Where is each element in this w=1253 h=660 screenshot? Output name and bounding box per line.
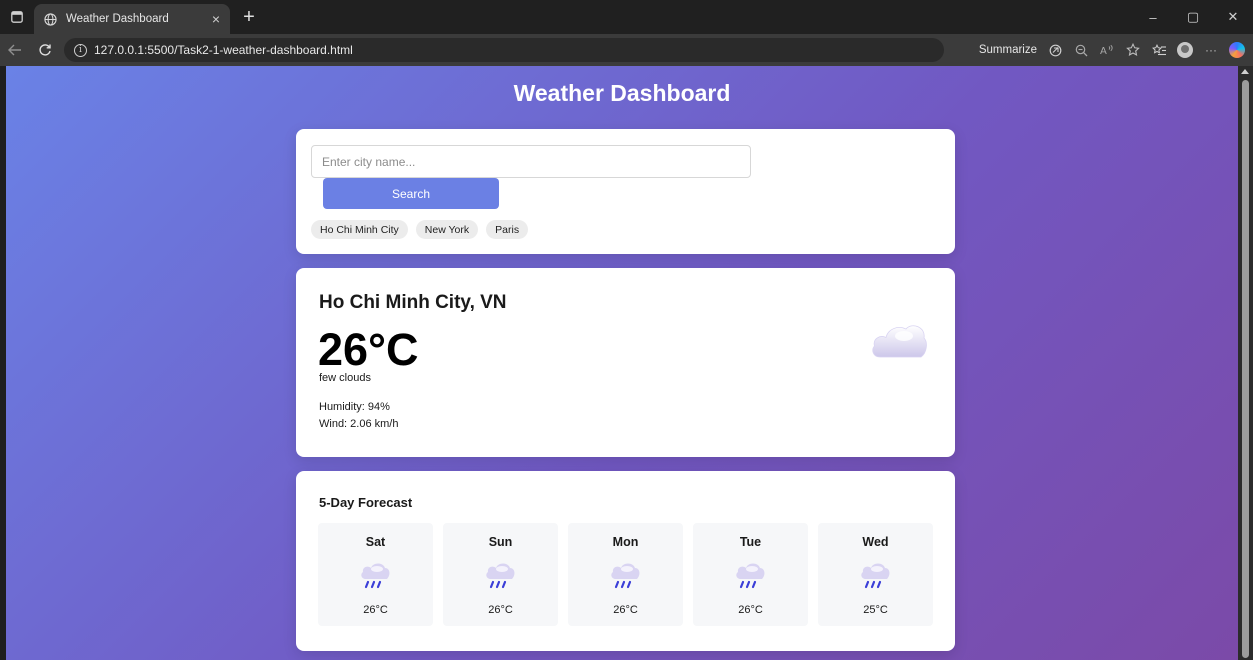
rain-cloud-icon xyxy=(861,563,890,589)
scrollbar-thumb[interactable] xyxy=(1242,80,1249,658)
forecast-day-name: Sat xyxy=(365,535,386,549)
forecast-card: 5-Day Forecast Sat 26°C Sun 26°C Mon 26°… xyxy=(296,471,955,651)
address-bar[interactable]: i 127.0.0.1:5500/Task2-1-weather-dashboa… xyxy=(64,38,944,62)
zoom-icon[interactable] xyxy=(1071,40,1091,60)
summarize-button[interactable]: Summarize xyxy=(979,44,1037,56)
weather-condition: few clouds xyxy=(319,372,371,384)
rain-cloud-icon xyxy=(736,563,765,589)
forecast-day-temp: 26°C xyxy=(613,604,638,616)
rain-cloud-icon xyxy=(486,563,515,589)
forecast-list: Sat 26°C Sun 26°C Mon 26°C Tue 26°C Wed xyxy=(318,523,933,626)
forecast-day: Wed 25°C xyxy=(818,523,933,626)
forecast-day-temp: 26°C xyxy=(363,604,388,616)
toolbar-actions: Summarize A ··· xyxy=(979,34,1247,66)
forecast-day-temp: 25°C xyxy=(863,604,888,616)
forecast-day: Sat 26°C xyxy=(318,523,433,626)
current-weather-card: Ho Chi Minh City, VN 26°C few clouds Hum… xyxy=(296,268,955,457)
globe-icon xyxy=(44,12,57,26)
tab-title: Weather Dashboard xyxy=(66,13,169,25)
favorites-bar-icon[interactable] xyxy=(1149,40,1169,60)
copilot-button[interactable] xyxy=(1227,40,1247,60)
vertical-scrollbar[interactable] xyxy=(1238,66,1253,660)
current-temperature: 26°C xyxy=(318,324,419,375)
search-card: Search Ho Chi Minh City New York Paris xyxy=(296,129,955,254)
tab-bar: Weather Dashboard × + – ▢ ✕ xyxy=(0,0,1253,34)
search-button[interactable]: Search xyxy=(323,178,499,209)
quick-city-paris[interactable]: Paris xyxy=(486,220,529,239)
forecast-day-temp: 26°C xyxy=(488,604,513,616)
read-aloud-icon[interactable]: A xyxy=(1097,40,1117,60)
new-tab-button[interactable]: + xyxy=(236,4,262,30)
rain-cloud-icon xyxy=(361,563,390,589)
back-button[interactable] xyxy=(0,35,30,65)
close-window-button[interactable]: ✕ xyxy=(1213,0,1253,34)
forecast-day: Mon 26°C xyxy=(568,523,683,626)
rain-cloud-icon xyxy=(611,563,640,589)
forecast-day-name: Sun xyxy=(488,535,513,549)
forecast-day-name: Wed xyxy=(862,535,889,549)
cloud-icon xyxy=(872,325,927,358)
location-name: Ho Chi Minh City, VN xyxy=(319,292,507,313)
quick-city-ho-chi-minh[interactable]: Ho Chi Minh City xyxy=(311,220,408,239)
svg-text:A: A xyxy=(1100,46,1107,56)
favorite-star-icon[interactable] xyxy=(1123,40,1143,60)
scroll-up-arrow-icon[interactable] xyxy=(1241,69,1249,74)
tab-weather-dashboard[interactable]: Weather Dashboard × xyxy=(34,4,230,34)
restore-button[interactable]: ▢ xyxy=(1173,0,1213,34)
url-text: 127.0.0.1:5500/Task2-1-weather-dashboard… xyxy=(94,43,353,57)
forecast-day: Sun 26°C xyxy=(443,523,558,626)
reload-icon xyxy=(39,44,51,56)
forecast-title: 5-Day Forecast xyxy=(319,495,413,510)
reload-button[interactable] xyxy=(30,35,60,65)
site-info-icon[interactable]: i xyxy=(74,43,87,57)
more-menu-button[interactable]: ··· xyxy=(1201,40,1221,60)
copilot-summarize-icon[interactable] xyxy=(1045,40,1065,60)
forecast-day-name: Mon xyxy=(612,535,639,549)
forecast-day-temp: 26°C xyxy=(738,604,763,616)
tab-actions-button[interactable] xyxy=(0,0,34,34)
humidity-value: Humidity: 94% xyxy=(319,401,390,413)
forecast-day-name: Tue xyxy=(739,535,762,549)
page-title: Weather Dashboard xyxy=(513,80,731,106)
forecast-day: Tue 26°C xyxy=(693,523,808,626)
tab-close-icon[interactable]: × xyxy=(212,11,220,27)
quick-city-list: Ho Chi Minh City New York Paris xyxy=(311,220,529,239)
window-controls: – ▢ ✕ xyxy=(1133,0,1253,34)
copilot-icon xyxy=(1229,42,1245,58)
wind-value: Wind: 2.06 km/h xyxy=(319,418,399,430)
minimize-button[interactable]: – xyxy=(1133,0,1173,34)
tab-actions-icon xyxy=(11,11,23,23)
arrow-left-icon xyxy=(8,44,21,56)
profile-button[interactable] xyxy=(1175,40,1195,60)
city-search-input[interactable] xyxy=(311,145,751,178)
quick-city-new-york[interactable]: New York xyxy=(415,220,479,239)
address-bar-row: i 127.0.0.1:5500/Task2-1-weather-dashboa… xyxy=(0,34,1253,66)
page-viewport: Weather Dashboard Search Ho Chi Minh Cit… xyxy=(6,66,1238,660)
avatar xyxy=(1177,42,1193,58)
